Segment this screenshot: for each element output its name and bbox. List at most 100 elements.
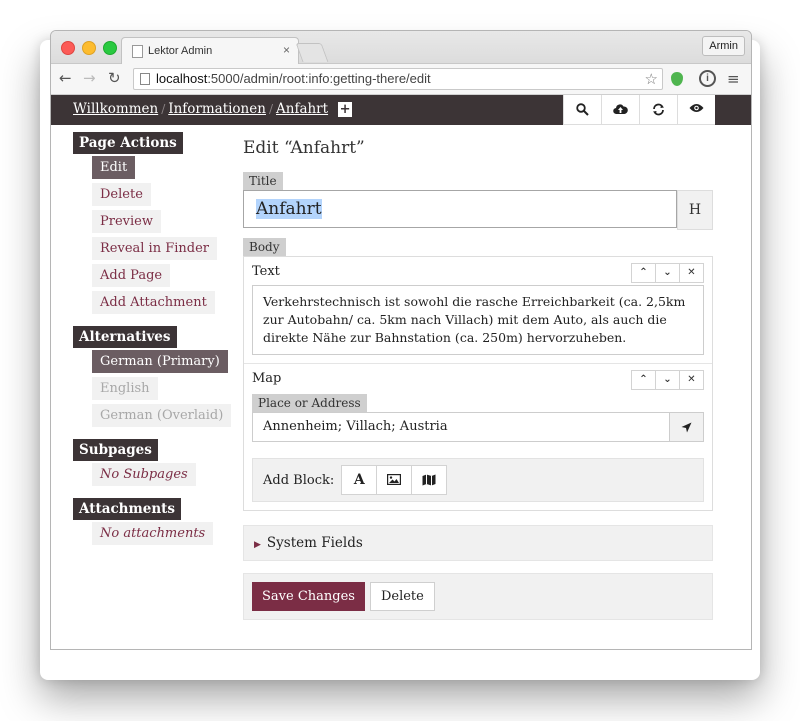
text-block: Text ⌃ ⌄ ✕ Verkehrstechnisch ist sowohl … [244,257,712,364]
info-icon[interactable]: i [699,70,716,87]
attachments-title: Attachments [73,498,182,520]
url-field[interactable]: localhost:5000/admin/root:info:getting-t… [133,68,663,90]
heading-format-button[interactable]: H [677,190,713,230]
maximize-window-button[interactable] [103,41,117,55]
page-title: Edit “Anfahrt” [243,138,365,158]
title-field: Anfahrt H [243,190,713,230]
save-changes-button[interactable]: Save Changes [252,582,365,611]
image-icon [387,474,402,486]
close-window-button[interactable] [61,41,75,55]
tab-bar: Lektor Admin × Armin [51,31,751,64]
remove-block-icon[interactable]: ✕ [679,370,704,390]
edit-panel: Edit “Anfahrt” Title Anfahrt H Body Text… [243,132,713,620]
no-subpages-text: No Subpages [92,463,196,486]
subpages-list: No Subpages [92,463,233,486]
address-field-label: Place or Address [252,394,367,412]
address-bar: ← → ↻ localhost:5000/admin/root:info:get… [51,64,751,95]
add-map-block-button[interactable] [411,465,448,495]
body-field-label: Body [243,238,286,256]
add-image-block-button[interactable] [376,465,413,495]
search-button[interactable] [563,95,601,125]
minimize-window-button[interactable] [82,41,96,55]
alt-german-overlaid[interactable]: German (Overlaid) [92,404,232,427]
header-toolbar [563,95,715,125]
form-actions: Save Changes Delete [243,573,713,620]
move-up-icon[interactable]: ⌃ [631,370,656,390]
reload-icon[interactable]: ↻ [108,69,121,87]
text-icon: A [353,472,365,488]
tab-title: Lektor Admin [148,45,213,57]
publish-button[interactable] [601,95,639,125]
search-icon [576,103,589,116]
address-field: Annenheim; Villach; Austria [252,412,704,442]
text-block-controls: ⌃ ⌄ ✕ [631,263,704,283]
attachments-list: No attachments [92,522,233,545]
expand-triangle-icon: ▶ [254,540,261,550]
back-icon[interactable]: ← [59,69,72,87]
refresh-build-button[interactable] [639,95,677,125]
action-reveal-in-finder[interactable]: Reveal in Finder [92,237,218,260]
move-down-icon[interactable]: ⌄ [655,263,680,283]
lektor-header: Willkommen / Informationen / Anfahrt + [51,95,751,125]
action-add-attachment[interactable]: Add Attachment [92,291,215,314]
browser-window: Lektor Admin × Armin ← → ↻ localhost:500… [50,30,752,650]
move-up-icon[interactable]: ⌃ [631,263,656,283]
page-actions-list: Edit Delete Preview Reveal in Finder Add… [92,156,233,314]
no-attachments-text: No attachments [92,522,214,545]
profile-button[interactable]: Armin [702,36,745,56]
system-fields-toggle[interactable]: ▶ System Fields [243,525,713,561]
breadcrumb-willkommen[interactable]: Willkommen [73,101,158,117]
alt-english[interactable]: English [92,377,158,400]
url-path: :5000/admin/root:info:getting-there/edit [207,71,431,86]
add-page-plus-button[interactable]: + [338,101,353,117]
breadcrumb-anfahrt[interactable]: Anfahrt [276,101,328,117]
delete-button[interactable]: Delete [369,582,435,611]
breadcrumb-separator: / [161,102,166,116]
locate-button[interactable] [670,412,704,442]
map-block-controls: ⌃ ⌄ ✕ [631,370,704,390]
remove-block-icon[interactable]: ✕ [679,263,704,283]
tab-close-icon[interactable]: × [283,43,290,57]
title-field-label: Title [243,172,283,190]
forward-icon[interactable]: → [83,69,96,87]
page-icon [140,73,150,85]
body-flow-field: Text ⌃ ⌄ ✕ Verkehrstechnisch ist sowohl … [243,256,713,511]
title-input[interactable]: Anfahrt [243,190,677,228]
extension-icon[interactable] [671,72,683,86]
action-add-page[interactable]: Add Page [92,264,171,287]
new-tab-button[interactable] [295,43,329,62]
alternatives-title: Alternatives [73,326,177,348]
breadcrumb-informationen[interactable]: Informationen [168,101,266,117]
map-block: Map ⌃ ⌄ ✕ Place or Address Annenheim; Vi… [244,364,712,450]
action-edit[interactable]: Edit [92,156,136,179]
sidebar: Page Actions Edit Delete Preview Reveal … [73,132,233,557]
breadcrumb: Willkommen / Informationen / Anfahrt + [73,101,353,117]
refresh-icon [653,103,664,116]
preview-site-button[interactable] [677,95,715,125]
window-controls [61,41,117,55]
add-text-block-button[interactable]: A [341,465,378,495]
page-icon [132,45,143,58]
system-fields-label: System Fields [266,535,363,551]
move-down-icon[interactable]: ⌄ [655,370,680,390]
url-host: localhost [156,71,208,86]
map-icon [422,474,436,486]
breadcrumb-separator: / [268,102,273,116]
browser-tab[interactable]: Lektor Admin × [121,37,299,64]
cloud-upload-icon [613,104,628,115]
title-input-value: Anfahrt [256,199,322,219]
alt-german-primary[interactable]: German (Primary) [92,350,228,373]
page-actions-title: Page Actions [73,132,183,154]
subpages-title: Subpages [73,439,158,461]
address-input[interactable]: Annenheim; Villach; Austria [252,412,670,442]
location-arrow-icon [681,422,692,433]
action-preview[interactable]: Preview [92,210,161,233]
bookmark-star-icon[interactable]: ☆ [645,69,658,89]
eye-icon [689,104,704,112]
action-delete[interactable]: Delete [92,183,151,206]
text-block-textarea[interactable]: Verkehrstechnisch ist sowohl die rasche … [252,285,704,355]
menu-icon[interactable]: ≡ [727,70,740,88]
add-block-bar: Add Block: A [252,458,704,502]
alternatives-list: German (Primary) English German (Overlai… [92,350,233,427]
add-block-label: Add Block: [263,472,335,488]
